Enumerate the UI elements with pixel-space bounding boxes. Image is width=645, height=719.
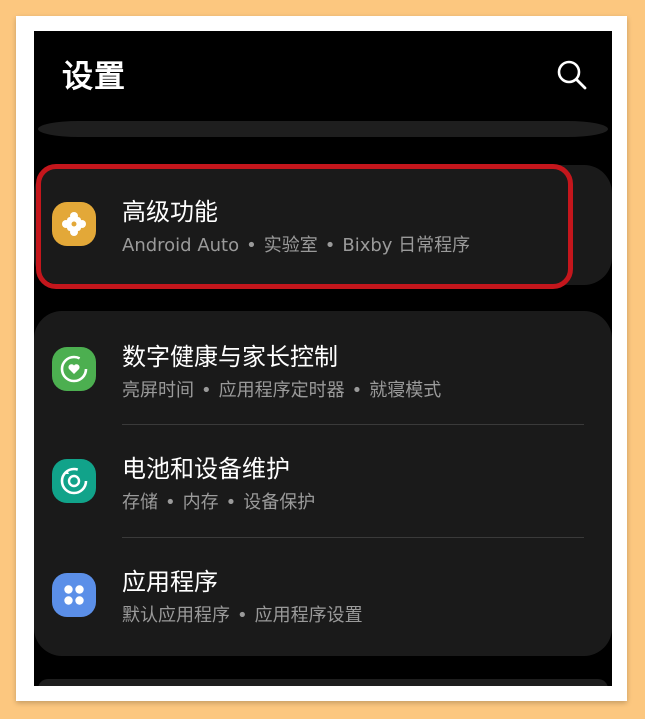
separator-dot: • (165, 492, 176, 513)
separator-dot: • (351, 380, 363, 401)
search-icon (557, 60, 587, 90)
item-subtitle: 亮屏时间 • 应用程序定时器 • 就寝模式 (122, 376, 441, 402)
separator-dot: • (237, 605, 248, 626)
page-title: 设置 (62, 59, 126, 95)
subtitle-part: 应用程序定时器 (218, 380, 345, 401)
item-subtitle: 存储 • 内存 • 设备保护 (122, 488, 315, 514)
item-subtitle: 默认应用程序 • 应用程序设置 (122, 601, 363, 627)
item-title: 应用程序 (122, 568, 218, 596)
list-item-battery-device-care[interactable]: 电池和设备维护 存储 • 内存 • 设备保护 (34, 425, 612, 537)
refresh-circle-icon (52, 459, 96, 503)
next-card-edge (38, 679, 608, 686)
list-item-apps[interactable]: 应用程序 默认应用程序 • 应用程序设置 (34, 538, 612, 656)
item-title: 数字健康与家长控制 (122, 343, 338, 371)
subtitle-part: 就寝模式 (369, 380, 442, 401)
phone-screen: 设置 高级功能 Android Auto•实验室•Bixby 日常程序 (34, 31, 612, 686)
subtitle-part: 应用程序设置 (254, 605, 363, 626)
separator-dot: • (201, 380, 212, 401)
four-dots-icon (52, 573, 96, 617)
subtitle-part: 亮屏时间 (122, 380, 194, 401)
subtitle-part: 设备保护 (243, 492, 316, 513)
red-highlight-box (36, 164, 573, 289)
subtitle-part: 内存 (182, 492, 219, 513)
previous-card-edge (38, 121, 608, 137)
subtitle-part: 默认应用程序 (122, 605, 230, 626)
item-title: 电池和设备维护 (122, 455, 290, 483)
heart-circle-icon (52, 347, 96, 391)
search-button[interactable] (550, 53, 594, 97)
subtitle-part: 存储 (122, 492, 158, 513)
list-item-digital-wellbeing[interactable]: 数字健康与家长控制 亮屏时间 • 应用程序定时器 • 就寝模式 (34, 311, 612, 424)
separator-dot: • (225, 492, 237, 513)
